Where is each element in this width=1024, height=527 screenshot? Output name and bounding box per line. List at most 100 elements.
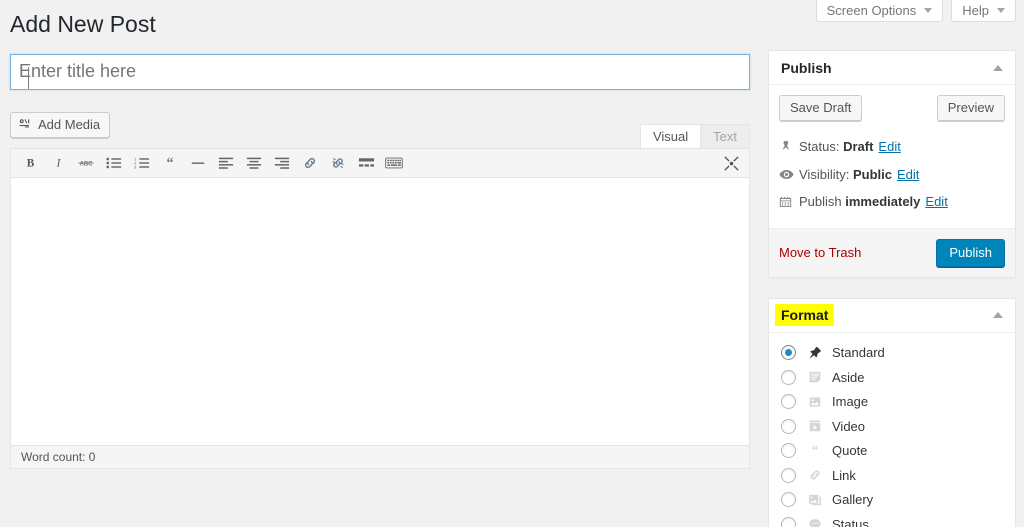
align-left-icon[interactable]: [213, 151, 239, 175]
publish-date-edit-link[interactable]: Edit: [925, 192, 947, 212]
format-radio-status[interactable]: [781, 516, 796, 527]
screen-options-button[interactable]: Screen Options: [815, 0, 944, 22]
publish-date-row: Publish immediately Edit: [779, 188, 1005, 216]
editor-content-area[interactable]: [11, 177, 749, 446]
visibility-label: Visibility: Public: [799, 166, 892, 182]
format-option-gallery[interactable]: Gallery: [781, 488, 1003, 513]
strikethrough-icon[interactable]: ABC: [73, 151, 99, 175]
chevron-down-icon: [924, 8, 933, 13]
save-draft-button[interactable]: Save Draft: [779, 95, 863, 121]
read-more-icon[interactable]: [353, 151, 379, 175]
wp-editor-container: B I ABC 1 2 3 “ Word count: 0: [10, 147, 750, 469]
post-title-input[interactable]: [10, 53, 750, 90]
publish-box-footer: Move to Trash Publish: [769, 227, 1015, 277]
format-box-header: Format: [769, 299, 1015, 333]
tab-visual-label: Visual: [652, 128, 689, 144]
help-button[interactable]: Help: [951, 0, 1016, 22]
move-to-trash-link[interactable]: Move to Trash: [779, 245, 861, 260]
format-box-title: Format: [775, 304, 835, 326]
status-row: Status: Draft Edit: [779, 133, 1005, 161]
format-label-video: Video: [832, 418, 866, 434]
status-label: Status: Draft: [799, 139, 874, 154]
format-option-video[interactable]: Video: [781, 414, 1003, 439]
format-option-standard[interactable]: Standard: [781, 341, 1003, 366]
media-icon: [18, 117, 33, 132]
chevron-down-icon: [997, 8, 1005, 13]
format-box: Format Standard Aside Image Video “ Quot…: [768, 297, 1016, 527]
visibility-edit-link[interactable]: Edit: [897, 165, 919, 185]
eye-icon: [779, 168, 799, 181]
format-radio-aside[interactable]: [781, 369, 796, 385]
screen-options-label: Screen Options: [826, 3, 917, 18]
preview-button[interactable]: Preview: [936, 95, 1005, 121]
editor-statusbar: Word count: 0: [11, 445, 749, 468]
image-icon: [805, 394, 825, 410]
status-value: Draft: [843, 139, 874, 154]
align-center-icon[interactable]: [241, 151, 267, 175]
keyboard-shortcuts-icon[interactable]: [381, 151, 407, 175]
visibility-row: Visibility: Public Edit: [779, 161, 1005, 189]
format-label-standard: Standard: [832, 345, 885, 361]
publish-date-value: immediately: [845, 194, 921, 209]
gallery-icon: [805, 492, 825, 508]
help-label: Help: [962, 3, 989, 18]
numbered-list-icon[interactable]: 1 2 3: [129, 151, 155, 175]
format-label-gallery: Gallery: [832, 492, 874, 508]
publish-button[interactable]: Publish: [936, 238, 1005, 267]
format-radio-gallery[interactable]: [781, 492, 796, 508]
format-radio-standard[interactable]: [781, 345, 796, 361]
format-option-status[interactable]: Status: [781, 512, 1003, 527]
publish-box-body: Save Draft Preview Status: Draft Edit Vi…: [769, 85, 1015, 228]
bullet-list-icon[interactable]: [101, 151, 127, 175]
format-label-aside: Aside: [832, 369, 865, 385]
title-field-wrap: [10, 53, 750, 90]
status-edit-link[interactable]: Edit: [878, 137, 900, 157]
format-option-quote[interactable]: “ Quote: [781, 439, 1003, 464]
word-count: Word count: 0: [21, 449, 96, 464]
publish-box-header: Publish: [769, 51, 1015, 85]
italic-icon[interactable]: I: [45, 151, 71, 175]
format-radio-video[interactable]: [781, 418, 796, 434]
horizontal-rule-icon[interactable]: [185, 151, 211, 175]
page-title: Add New Post: [10, 11, 156, 37]
insert-link-icon[interactable]: [297, 151, 323, 175]
text-cursor: [28, 67, 29, 89]
publish-date-label: Publish immediately: [799, 194, 921, 209]
format-option-aside[interactable]: Aside: [781, 365, 1003, 390]
tab-visual[interactable]: Visual: [639, 123, 702, 148]
tab-text[interactable]: Text: [700, 123, 750, 148]
status-icon: [805, 516, 825, 527]
visibility-value: Public: [852, 166, 892, 182]
svg-text:I: I: [55, 158, 61, 170]
format-option-image[interactable]: Image: [781, 390, 1003, 415]
distraction-free-icon[interactable]: [719, 152, 743, 176]
svg-text:ABC: ABC: [80, 162, 94, 168]
format-radio-image[interactable]: [781, 394, 796, 410]
media-buttons-row: Add Media Visual Text: [10, 111, 750, 148]
chevron-up-icon[interactable]: [993, 312, 1003, 318]
unlink-icon[interactable]: [325, 151, 351, 175]
calendar-icon: [779, 195, 799, 208]
add-media-label: Add Media: [38, 117, 101, 133]
chevron-up-icon[interactable]: [993, 64, 1003, 71]
post-format-list: Standard Aside Image Video “ Quote Link …: [769, 333, 1015, 527]
svg-text:3: 3: [134, 164, 137, 169]
add-media-button[interactable]: Add Media: [10, 111, 111, 138]
format-radio-link[interactable]: [781, 467, 796, 483]
publish-box: Publish Save Draft Preview Status: Draft…: [768, 50, 1016, 278]
align-right-icon[interactable]: [269, 151, 295, 175]
bold-icon[interactable]: B: [17, 151, 43, 175]
format-label-link: Link: [832, 467, 856, 483]
format-radio-quote[interactable]: [781, 443, 796, 459]
wp-admin-post-editor: Screen Options Help Add New Post Enter t…: [0, 0, 1024, 527]
format-option-link[interactable]: Link: [781, 463, 1003, 488]
publish-box-title: Publish: [781, 59, 832, 76]
publish-action-buttons: Save Draft Preview: [779, 95, 1005, 121]
blockquote-icon[interactable]: “: [157, 151, 183, 175]
video-icon: [805, 418, 825, 434]
screen-meta-bar: Screen Options Help: [815, 0, 1016, 22]
pin-icon: [805, 345, 825, 361]
svg-text:“: “: [812, 444, 819, 458]
format-label-quote: Quote: [832, 443, 868, 459]
svg-text:B: B: [26, 158, 34, 170]
